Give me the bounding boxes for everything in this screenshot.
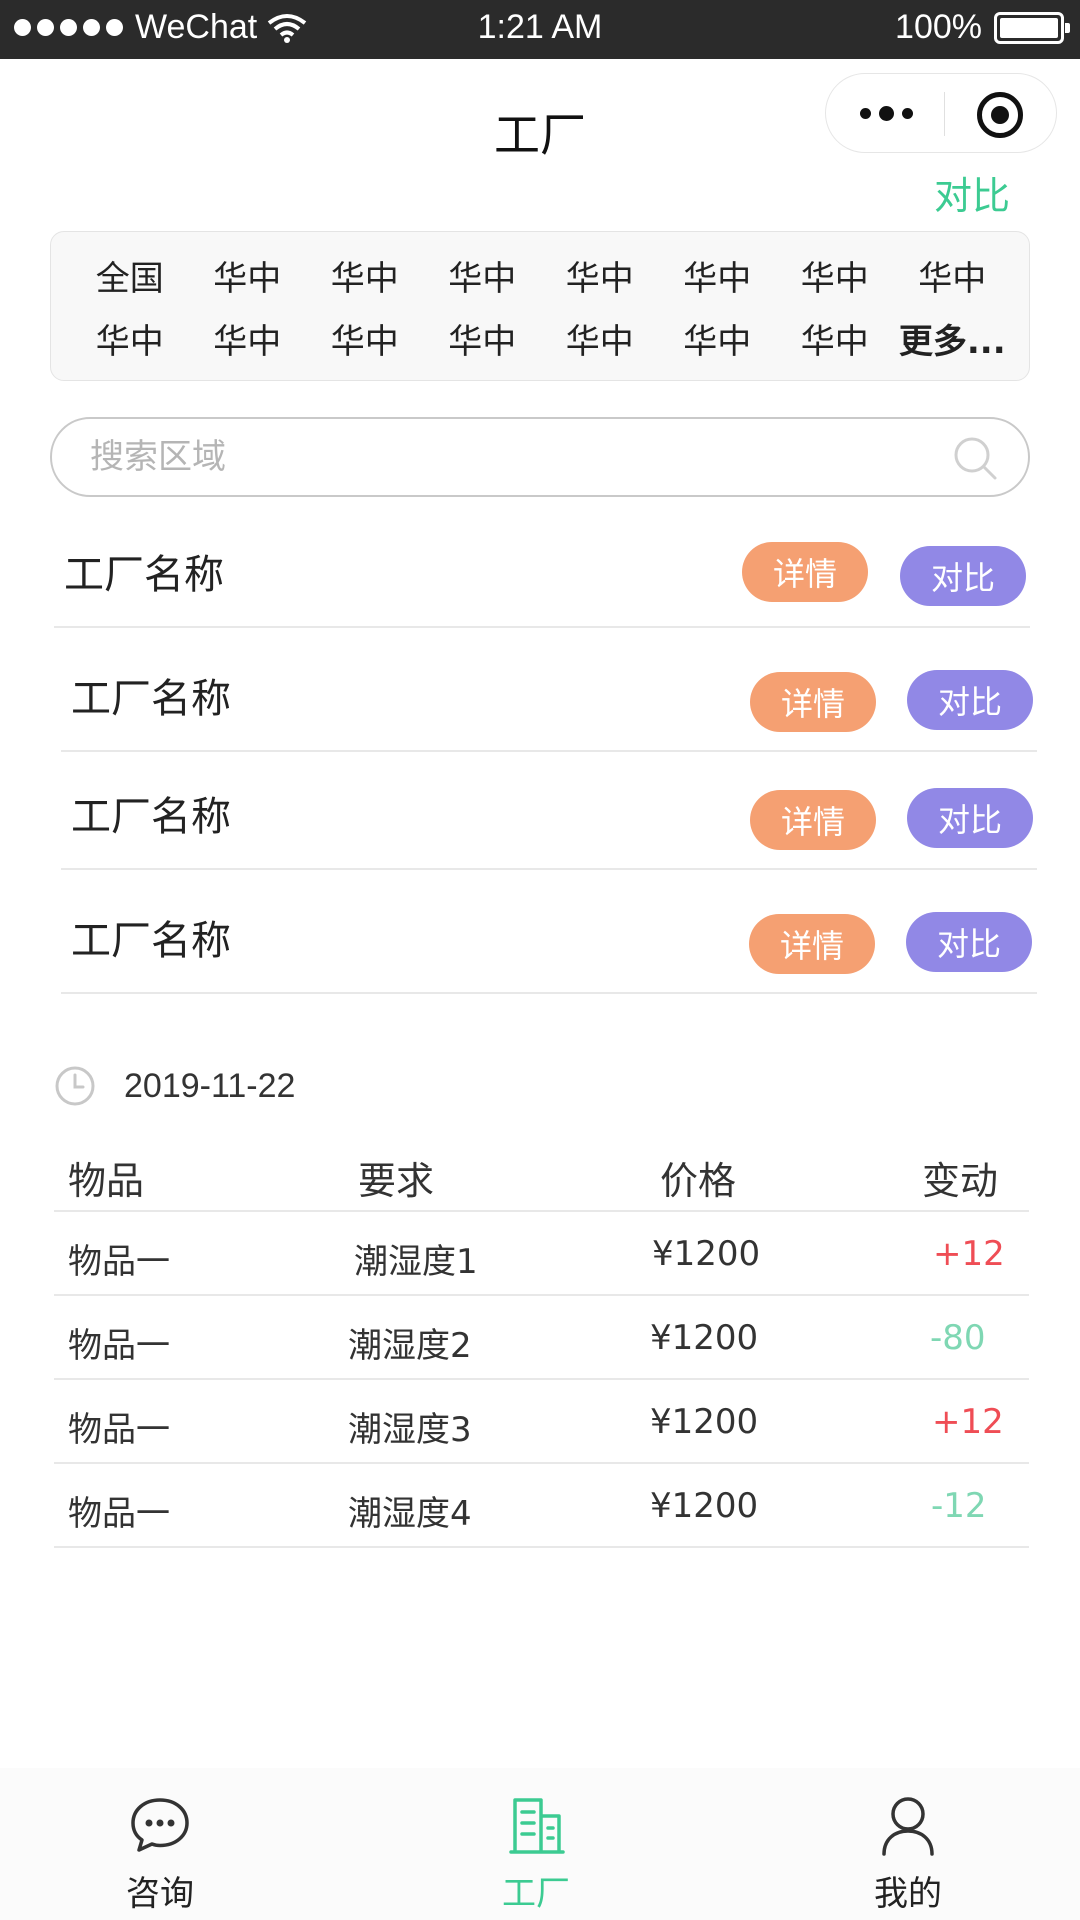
region-item[interactable]: 华中 [424,307,542,370]
cell-item: 物品一 [68,1326,170,1366]
region-item[interactable]: 华中 [659,244,777,307]
detail-button[interactable]: 详情 [750,672,876,732]
price-table: 物品 要求 价格 变动 物品一 潮湿度1 ¥1200 +12 物品一 潮湿度2 … [54,1140,1029,1548]
cell-item: 物品一 [68,1242,170,1282]
cell-price: ¥1200 [650,1318,759,1358]
more-menu-icon[interactable] [860,106,913,121]
cell-requirement: 潮湿度3 [348,1410,472,1450]
region-item[interactable]: 华中 [659,307,777,370]
table-row: 物品一 潮湿度1 ¥1200 +12 [54,1212,1029,1296]
tab-label: 工厂 [502,1874,570,1914]
region-item[interactable]: 华中 [306,307,424,370]
region-item-all[interactable]: 全国 [71,244,189,307]
region-item[interactable]: 华中 [541,244,659,307]
list-item: 工厂名称 详情 对比 [61,874,1037,994]
column-header-item: 物品 [68,1159,145,1203]
detail-button[interactable]: 详情 [750,790,876,850]
list-item: 工厂名称 详情 对比 [61,750,1037,870]
compare-button[interactable]: 对比 [906,912,1032,972]
region-item[interactable]: 华中 [894,244,1012,307]
person-icon [882,1797,934,1856]
region-item[interactable]: 华中 [776,244,894,307]
region-grid: 全国 华中 华中 华中 华中 华中 华中 华中 华中 华中 华中 华中 华中 华… [71,244,1011,370]
column-header-price: 价格 [660,1159,737,1203]
region-item[interactable]: 华中 [189,244,307,307]
search-input[interactable] [90,433,890,481]
cell-change: -80 [930,1318,986,1358]
tab-label: 我的 [874,1874,942,1914]
clock-icon [55,1066,95,1106]
table-row: 物品一 潮湿度3 ¥1200 +12 [54,1380,1029,1464]
cell-price: ¥1200 [650,1402,759,1442]
cell-requirement: 潮湿度1 [354,1242,478,1282]
cell-price: ¥1200 [650,1486,759,1526]
table-row: 物品一 潮湿度4 ¥1200 -12 [54,1464,1029,1548]
factory-name: 工厂名称 [64,552,224,598]
status-bar: WeChat 1:21 AM 100% [0,0,1080,59]
close-miniprogram-icon[interactable] [977,92,1023,138]
cell-change: -12 [931,1486,987,1526]
region-item[interactable]: 华中 [424,244,542,307]
region-more-button[interactable]: 更多... [894,307,1012,370]
search-bar [50,417,1030,497]
tab-factory[interactable]: 工厂 [436,1792,636,1915]
search-icon[interactable] [952,435,998,481]
status-right: 100% [895,8,1070,47]
table-header: 物品 要求 价格 变动 [54,1140,1029,1212]
compare-button[interactable]: 对比 [900,546,1026,606]
region-item[interactable]: 华中 [541,307,659,370]
battery-icon [994,11,1070,44]
table-row: 物品一 潮湿度2 ¥1200 -80 [54,1296,1029,1380]
factory-name: 工厂名称 [71,794,231,840]
compare-link[interactable]: 对比 [934,165,1010,220]
list-item: 工厂名称 详情 对比 [54,508,1030,628]
battery-percent: 100% [895,8,982,46]
factory-name: 工厂名称 [71,676,231,722]
column-header-requirement: 要求 [358,1159,435,1203]
tab-label: 咨询 [126,1874,194,1914]
chat-bubble-icon [131,1798,189,1852]
region-item[interactable]: 华中 [189,307,307,370]
miniprogram-capsule [825,73,1057,153]
region-item[interactable]: 华中 [306,244,424,307]
cell-item: 物品一 [68,1494,170,1534]
region-selector: 全国 华中 华中 华中 华中 华中 华中 华中 华中 华中 华中 华中 华中 华… [50,231,1030,381]
cell-requirement: 潮湿度4 [348,1494,472,1534]
detail-button[interactable]: 详情 [749,914,875,974]
cell-price: ¥1200 [652,1234,761,1274]
column-header-change: 变动 [922,1159,999,1203]
region-item[interactable]: 华中 [776,307,894,370]
cell-change: +12 [933,1234,1005,1274]
detail-button[interactable]: 详情 [742,542,868,602]
date-row: 2019-11-22 [54,1064,295,1108]
cell-requirement: 潮湿度2 [348,1326,472,1366]
factory-name: 工厂名称 [71,918,231,964]
list-item: 工厂名称 详情 对比 [61,632,1037,752]
region-item[interactable]: 华中 [71,307,189,370]
compare-button[interactable]: 对比 [907,670,1033,730]
tab-bar: 咨询 工厂 我的 [0,1768,1080,1920]
compare-button[interactable]: 对比 [907,788,1033,848]
building-icon [509,1798,565,1854]
tab-mine[interactable]: 我的 [808,1792,1008,1915]
cell-item: 物品一 [68,1410,170,1450]
capsule-divider [944,92,945,136]
tab-consult[interactable]: 咨询 [60,1792,260,1915]
date-label: 2019-11-22 [124,1066,296,1105]
cell-change: +12 [932,1402,1004,1442]
nav-bar: 工厂 [0,59,1080,189]
